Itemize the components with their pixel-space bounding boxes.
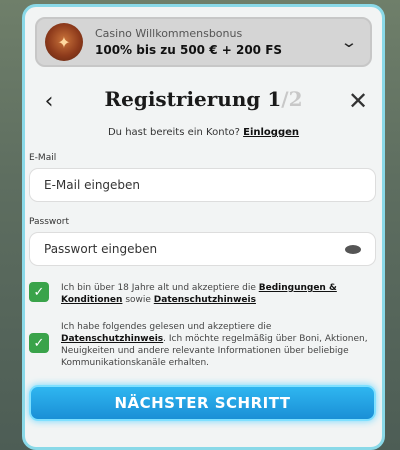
password-field[interactable]: Passwort eingeben — [29, 232, 376, 266]
modal-header: ‹ Registrierung 1/2 ✕ — [25, 85, 382, 121]
password-placeholder: Passwort eingeben — [44, 242, 158, 256]
consent-age-text-before: Ich bin über 18 Jahre alt und akzeptiere… — [61, 283, 256, 293]
title-text: Registrierung — [104, 87, 261, 111]
next-step-button[interactable]: NÄCHSTER SCHRITT — [29, 385, 376, 421]
consent-age-text-mid: sowie — [125, 295, 151, 305]
login-prompt: Du hast bereits ein Konto? Einloggen — [25, 127, 382, 138]
email-placeholder: E-Mail eingeben — [44, 178, 141, 192]
consent-age: ✓ Ich bin über 18 Jahre alt und akzeptie… — [29, 282, 369, 306]
bonus-title: Casino Willkommensbonus — [95, 27, 243, 40]
age-checkbox[interactable]: ✓ — [29, 282, 49, 302]
page-title: Registrierung 1/2 — [25, 87, 382, 111]
casino-chip-icon: ✦ — [45, 23, 83, 61]
bonus-value: 100% bis zu 500 € + 200 FS — [95, 43, 283, 57]
bonus-selector[interactable]: ✦ Casino Willkommensbonus 100% bis zu 50… — [35, 17, 372, 67]
consent-marketing-text-before: Ich habe folgendes gelesen und akzeptier… — [61, 322, 272, 332]
consent-age-text: Ich bin über 18 Jahre alt und akzeptiere… — [61, 282, 369, 306]
privacy-link-2[interactable]: Datenschutzhinweis — [61, 334, 163, 344]
step-current: 1 — [267, 87, 282, 111]
email-field[interactable]: E-Mail eingeben — [29, 168, 376, 202]
step-total: /2 — [281, 87, 303, 111]
consent-marketing-text: Ich habe folgendes gelesen und akzeptier… — [61, 321, 369, 369]
privacy-link[interactable]: Datenschutzhinweis — [154, 295, 256, 305]
marketing-checkbox[interactable]: ✓ — [29, 333, 49, 353]
chevron-down-icon[interactable]: ⌄ — [334, 31, 365, 53]
password-label: Passwort — [29, 217, 70, 227]
eye-icon[interactable] — [345, 245, 361, 254]
login-link[interactable]: Einloggen — [243, 127, 299, 138]
consent-marketing: ✓ Ich habe folgendes gelesen und akzepti… — [29, 321, 369, 369]
login-prompt-text: Du hast bereits ein Konto? — [107, 127, 240, 138]
registration-modal: ✦ Casino Willkommensbonus 100% bis zu 50… — [22, 4, 385, 450]
email-label: E-Mail — [29, 153, 57, 163]
close-icon[interactable]: ✕ — [346, 89, 370, 113]
bonus-text: Casino Willkommensbonus 100% bis zu 500 … — [95, 27, 338, 57]
